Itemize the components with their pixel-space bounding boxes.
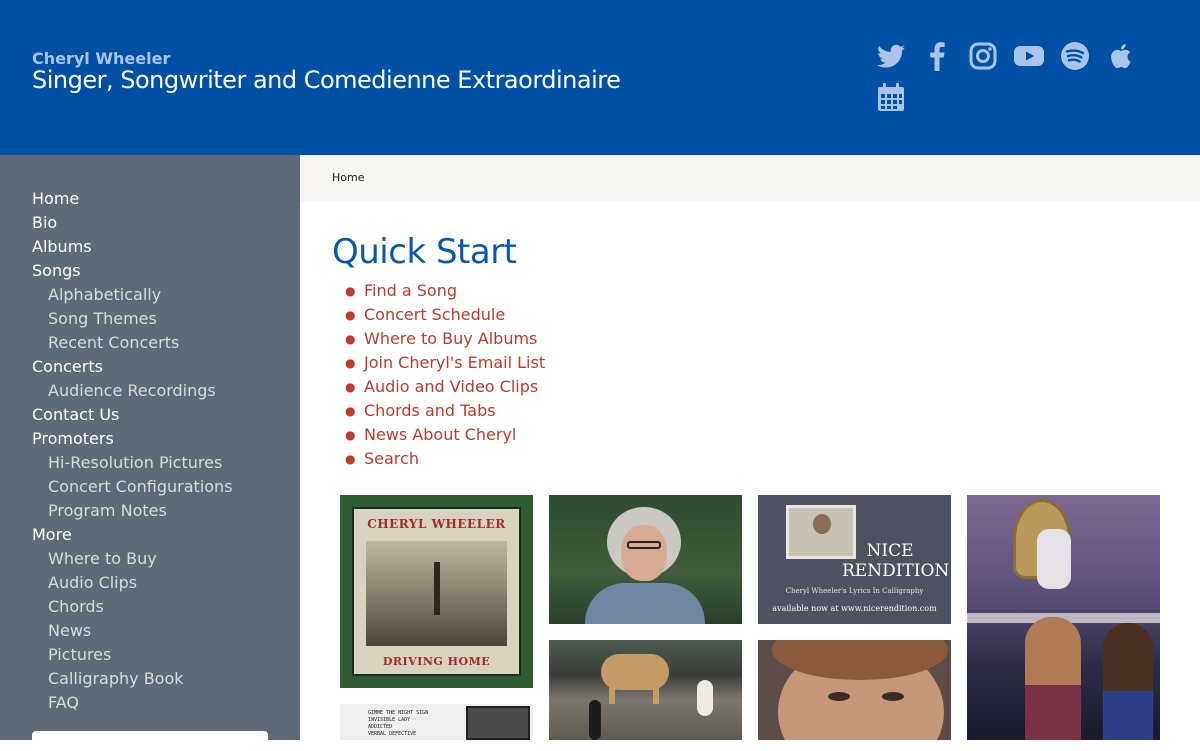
page-title: Quick Start bbox=[332, 232, 517, 272]
link-where-to-buy-albums[interactable]: Where to Buy Albums bbox=[364, 329, 537, 348]
sidebar-item-concerts[interactable]: Concerts bbox=[32, 355, 233, 379]
sidebar-item-more[interactable]: More bbox=[32, 523, 233, 547]
closeup-eye bbox=[828, 692, 850, 701]
sidebar-item-chords[interactable]: Chords bbox=[32, 595, 233, 619]
list-item: News About Cheryl bbox=[332, 423, 545, 447]
sidebar-item-audio-clips[interactable]: Audio Clips bbox=[32, 571, 233, 595]
sidebar-item-contact-us[interactable]: Contact Us bbox=[32, 403, 233, 427]
sidebar-item-albums[interactable]: Albums bbox=[32, 235, 233, 259]
portrait-photo[interactable] bbox=[549, 495, 742, 624]
sidebar-item-news[interactable]: News bbox=[32, 619, 233, 643]
ad-availability: available now at www.nicerendition.com bbox=[772, 604, 937, 613]
list-item: Search bbox=[332, 447, 545, 471]
sidebar-item-concert-configurations[interactable]: Concert Configurations bbox=[32, 475, 233, 499]
pets-photo[interactable] bbox=[549, 640, 742, 740]
bullet bbox=[332, 447, 364, 471]
peacock-chair-photo[interactable] bbox=[967, 495, 1160, 740]
album-cover-frame: CHERYL WHEELER DRIVING HOME bbox=[352, 507, 521, 676]
sidebar-item-hi-resolution-pictures[interactable]: Hi-Resolution Pictures bbox=[32, 451, 233, 475]
bullet bbox=[332, 351, 364, 375]
breadcrumb: Home bbox=[300, 155, 1200, 201]
sidebar-item-program-notes[interactable]: Program Notes bbox=[32, 499, 233, 523]
album-cover-driving-home[interactable]: CHERYL WHEELER DRIVING HOME bbox=[340, 495, 533, 688]
bullet bbox=[332, 399, 364, 423]
bullet bbox=[332, 279, 364, 303]
link-chords-and-tabs[interactable]: Chords and Tabs bbox=[364, 401, 496, 420]
quick-start-links: Find a Song Concert Schedule Where to Bu… bbox=[332, 279, 545, 471]
bullet bbox=[332, 375, 364, 399]
sidebar-item-home[interactable]: Home bbox=[32, 187, 233, 211]
album-artist-text: CHERYL WHEELER bbox=[367, 517, 506, 531]
sidebar-item-pictures[interactable]: Pictures bbox=[32, 643, 233, 667]
black-cat-tail bbox=[589, 700, 601, 740]
sidebar-search-box[interactable] bbox=[32, 731, 268, 751]
instagram-icon[interactable] bbox=[967, 40, 999, 72]
sidebar-item-alphabetically[interactable]: Alphabetically bbox=[32, 283, 233, 307]
sidebar-item-bio[interactable]: Bio bbox=[32, 211, 233, 235]
calendar-icon[interactable] bbox=[875, 81, 907, 113]
closeup-portrait[interactable] bbox=[758, 640, 951, 740]
portrait-face bbox=[621, 525, 667, 581]
list-item: Where to Buy Albums bbox=[332, 327, 545, 351]
breadcrumb-home[interactable]: Home bbox=[332, 171, 364, 184]
link-news-about-cheryl[interactable]: News About Cheryl bbox=[364, 425, 516, 444]
closeup-eye bbox=[882, 692, 904, 701]
youtube-icon[interactable] bbox=[1013, 40, 1045, 72]
list-item: Concert Schedule bbox=[332, 303, 545, 327]
link-concert-schedule[interactable]: Concert Schedule bbox=[364, 305, 505, 324]
list-item: Audio and Video Clips bbox=[332, 375, 545, 399]
link-find-a-song[interactable]: Find a Song bbox=[364, 281, 457, 300]
spotify-icon[interactable] bbox=[1059, 40, 1091, 72]
album-title-text: DRIVING HOME bbox=[382, 655, 491, 668]
bullet bbox=[332, 303, 364, 327]
sidebar-item-song-themes[interactable]: Song Themes bbox=[32, 307, 233, 331]
link-search[interactable]: Search bbox=[364, 449, 419, 468]
ad-subtitle: Cheryl Wheeler's Lyrics In Calligraphy bbox=[785, 587, 924, 595]
bullet bbox=[332, 423, 364, 447]
sarong-right bbox=[1103, 691, 1153, 740]
sidebar-item-audience-recordings[interactable]: Audience Recordings bbox=[32, 379, 233, 403]
sarong-left bbox=[1025, 685, 1081, 740]
portrait-body bbox=[585, 583, 705, 624]
portrait-glasses bbox=[627, 541, 661, 549]
list-item: Find a Song bbox=[332, 279, 545, 303]
sidebar-nav: Home Bio Albums Songs Alphabetically Son… bbox=[32, 187, 233, 715]
setlist-photo bbox=[466, 706, 530, 740]
sidebar-item-calligraphy-book[interactable]: Calligraphy Book bbox=[32, 667, 233, 691]
white-cat bbox=[697, 680, 713, 716]
album-photo bbox=[366, 541, 507, 646]
twitter-icon[interactable] bbox=[875, 40, 907, 72]
ad-title: NICE RENDITION bbox=[842, 541, 950, 581]
site-tagline: Singer, Songwriter and Comedienne Extrao… bbox=[32, 66, 621, 94]
seated-performer bbox=[1037, 529, 1071, 589]
sidebar-item-recent-concerts[interactable]: Recent Concerts bbox=[32, 331, 233, 355]
nice-rendition-ad[interactable]: NICE RENDITION Cheryl Wheeler's Lyrics I… bbox=[758, 495, 951, 624]
link-audio-video-clips[interactable]: Audio and Video Clips bbox=[364, 377, 538, 396]
facebook-icon[interactable] bbox=[921, 40, 953, 72]
setlist-text: GIMME THE NIGHT SIGN INVISIBLE LADY ADDI… bbox=[368, 710, 429, 737]
site-header: Cheryl Wheeler Singer, Songwriter and Co… bbox=[0, 0, 1200, 155]
apple-icon[interactable] bbox=[1105, 40, 1137, 72]
link-email-list[interactable]: Join Cheryl's Email List bbox=[364, 353, 545, 372]
dog-legs bbox=[609, 684, 659, 704]
sidebar: Home Bio Albums Songs Alphabetically Son… bbox=[0, 155, 300, 751]
list-item: Join Cheryl's Email List bbox=[332, 351, 545, 375]
sidebar-item-faq[interactable]: FAQ bbox=[32, 691, 233, 715]
list-item: Chords and Tabs bbox=[332, 399, 545, 423]
sidebar-item-songs[interactable]: Songs bbox=[32, 259, 233, 283]
bullet bbox=[332, 327, 364, 351]
sidebar-item-where-to-buy[interactable]: Where to Buy bbox=[32, 547, 233, 571]
setlist-image[interactable]: GIMME THE NIGHT SIGN INVISIBLE LADY ADDI… bbox=[340, 704, 533, 740]
sidebar-item-promoters[interactable]: Promoters bbox=[32, 427, 233, 451]
